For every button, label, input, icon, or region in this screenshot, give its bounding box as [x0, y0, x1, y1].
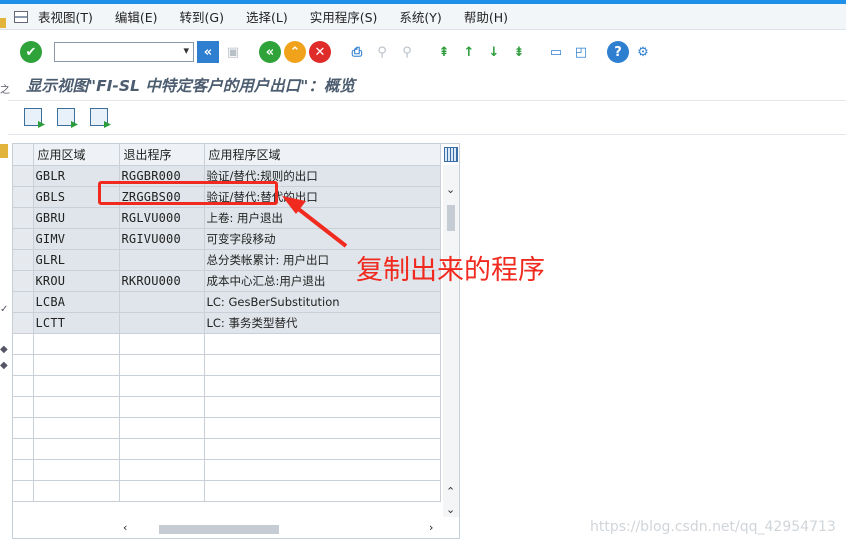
system-menu-icon[interactable]	[14, 10, 28, 23]
scroll-right-icon[interactable]: ›	[429, 521, 433, 534]
back-green-icon[interactable]: «	[259, 41, 281, 63]
row-selector[interactable]	[13, 228, 34, 250]
empty-table-row	[13, 480, 441, 502]
cell-area[interactable]: GBRU	[33, 207, 120, 229]
row-selector[interactable]	[13, 312, 34, 334]
next-page-icon[interactable]: ↓	[483, 41, 505, 63]
vertical-scrollbar[interactable]: ⌄ ⌃ ⌄	[443, 165, 459, 517]
title-divider	[8, 100, 846, 101]
help-icon[interactable]: ?	[607, 41, 629, 63]
horizontal-scrollbar[interactable]: ‹ ›	[121, 521, 446, 537]
deselect-all-icon[interactable]	[90, 108, 108, 126]
cell-area[interactable]: GIMV	[33, 228, 120, 250]
cell-program[interactable]: RKROU000	[119, 270, 205, 292]
command-field[interactable]: ▾	[54, 42, 194, 62]
menu-system[interactable]: 系统(Y)	[399, 7, 441, 26]
table-row[interactable]: GIMV RGIVU000 可变字段移动	[13, 228, 441, 250]
hscroll-thumb[interactable]	[159, 525, 279, 534]
row-selector[interactable]	[13, 249, 34, 271]
customize-icon[interactable]: ⚙	[632, 41, 654, 63]
cell-description: LC: 事务类型替代	[204, 312, 441, 334]
find-icon: ⚲	[377, 44, 387, 60]
find-next-icon: ⚲	[402, 44, 412, 60]
scroll-down-icon[interactable]: ⌃	[446, 485, 455, 498]
page-title: 显示视图"FI-SL 中特定客户的用户出口"：概览	[26, 77, 355, 95]
empty-table-row	[13, 459, 441, 481]
table-row[interactable]: LCTT LC: 事务类型替代	[13, 312, 441, 334]
table-row[interactable]: GBRU RGLVU000 上卷: 用户退出	[13, 207, 441, 229]
empty-table-row	[13, 333, 441, 355]
highlight-box	[98, 181, 278, 205]
row-selector[interactable]	[13, 291, 34, 313]
scroll-up-icon[interactable]: ⌄	[446, 183, 455, 196]
cell-description: 上卷: 用户退出	[204, 207, 441, 229]
cell-area[interactable]: GLRL	[33, 249, 120, 271]
cancel-icon[interactable]: ✕	[309, 41, 331, 63]
scroll-thumb[interactable]	[447, 205, 455, 231]
last-page-icon[interactable]: ⇟	[508, 41, 530, 63]
column-header-program[interactable]: 退出程序	[119, 144, 205, 166]
menu-selection[interactable]: 选择(L)	[246, 7, 288, 26]
scroll-end-icon[interactable]: ⌄	[446, 503, 455, 516]
shortcut-icon[interactable]: ◰	[570, 41, 592, 63]
menu-table-view[interactable]: 表视图(T)	[38, 7, 93, 26]
select-all-column[interactable]	[13, 144, 34, 166]
empty-table-row	[13, 396, 441, 418]
exit-up-icon[interactable]: ⌃	[284, 41, 306, 63]
cell-program[interactable]: RGIVU000	[119, 228, 205, 250]
cell-area[interactable]: LCTT	[33, 312, 120, 334]
menu-utilities[interactable]: 实用程序(S)	[310, 7, 378, 26]
cell-description: 可变字段移动	[204, 228, 441, 250]
table-settings-icon[interactable]	[444, 147, 458, 162]
table-row[interactable]: LCBA LC: GesBerSubstitution	[13, 291, 441, 313]
standard-toolbar: ✔ ▾ « ▣ « ⌃ ✕ ⎙ ⚲ ⚲ ⇞ ↑ ↓ ⇟ ▭ ◰ ? ⚙	[8, 33, 846, 71]
left-edge-strip: 之 ✓ ◆ ◆	[0, 4, 10, 547]
first-page-icon[interactable]: ⇞	[433, 41, 455, 63]
row-selector[interactable]	[13, 165, 34, 187]
row-selector[interactable]	[13, 186, 34, 208]
chevron-down-icon[interactable]: ▾	[183, 44, 189, 57]
column-header-area[interactable]: 应用区域	[33, 144, 120, 166]
menu-help[interactable]: 帮助(H)	[464, 7, 508, 26]
empty-table-row	[13, 354, 441, 376]
column-header-description[interactable]: 应用程序区域	[204, 144, 441, 166]
scroll-left-icon[interactable]: ‹	[123, 521, 127, 534]
empty-table-row	[13, 417, 441, 439]
cell-program[interactable]	[119, 312, 205, 334]
cell-area[interactable]: LCBA	[33, 291, 120, 313]
row-selector[interactable]	[13, 270, 34, 292]
appbar-divider	[8, 134, 846, 135]
cell-program[interactable]	[119, 249, 205, 271]
application-toolbar	[24, 106, 123, 128]
cell-program[interactable]	[119, 291, 205, 313]
select-all-icon[interactable]	[57, 108, 75, 126]
empty-table-row	[13, 438, 441, 460]
watermark: https://blog.csdn.net/qq_42954713	[590, 519, 836, 535]
new-session-icon[interactable]: ▭	[545, 41, 567, 63]
enter-check-icon[interactable]: ✔	[20, 41, 42, 63]
display-details-icon[interactable]	[24, 108, 42, 126]
cell-area[interactable]: KROU	[33, 270, 120, 292]
empty-table-row	[13, 375, 441, 397]
save-icon: ▣	[226, 44, 240, 60]
cell-description: LC: GesBerSubstitution	[204, 291, 441, 313]
prev-page-icon[interactable]: ↑	[458, 41, 480, 63]
menu-goto[interactable]: 转到(G)	[180, 7, 224, 26]
print-icon[interactable]: ⎙	[346, 41, 368, 63]
row-selector[interactable]	[13, 207, 34, 229]
back-icon[interactable]: «	[197, 41, 219, 63]
annotation-text: 复制出来的程序	[356, 255, 545, 286]
cell-program[interactable]: RGLVU000	[119, 207, 205, 229]
menu-bar: 表视图(T) 编辑(E) 转到(G) 选择(L) 实用程序(S) 系统(Y) 帮…	[0, 4, 846, 30]
menu-edit[interactable]: 编辑(E)	[115, 7, 158, 26]
